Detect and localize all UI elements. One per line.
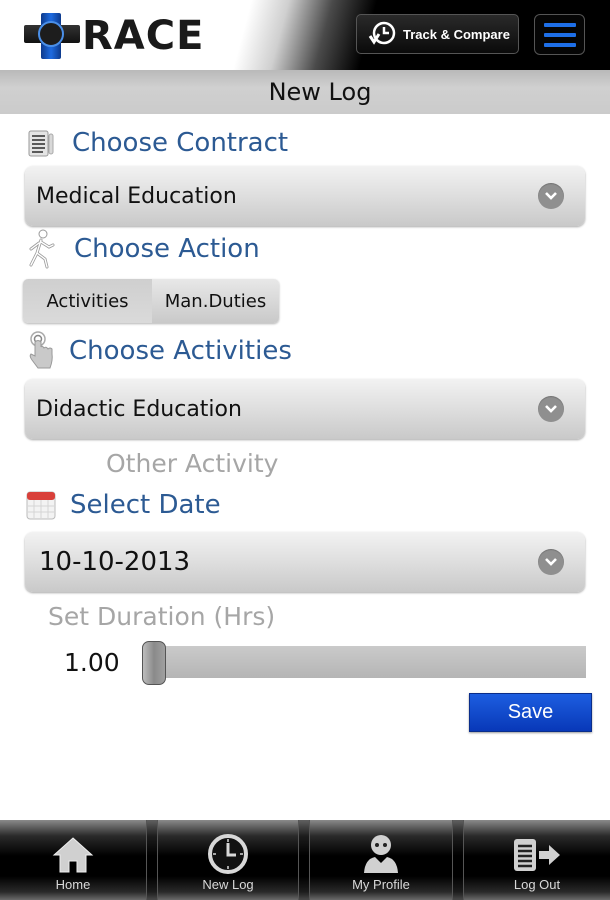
logo-text: RACE xyxy=(82,13,205,59)
hamburger-menu-icon xyxy=(543,22,576,27)
nav-my-profile-label: My Profile xyxy=(352,877,410,892)
date-heading: Select Date xyxy=(24,488,221,522)
nav-new-log-label: New Log xyxy=(202,877,254,892)
calendar-icon xyxy=(24,488,58,522)
contract-select[interactable]: Medical Education xyxy=(25,166,585,226)
nav-home-label: Home xyxy=(55,877,91,892)
walking-person-icon xyxy=(24,229,58,269)
page-title: New Log xyxy=(268,78,372,106)
track-compare-label: Track & Compare xyxy=(403,26,510,42)
user-icon xyxy=(364,835,398,873)
title-bar: New Log xyxy=(0,70,610,114)
clock-icon xyxy=(208,834,248,874)
track-compare-button[interactable]: Track & Compare xyxy=(356,14,519,54)
activities-heading: Choose Activities xyxy=(24,330,292,372)
other-activity-link[interactable]: Other Activity xyxy=(106,449,278,478)
document-icon xyxy=(24,126,58,160)
home-icon xyxy=(52,837,94,873)
nav-home[interactable]: Home xyxy=(0,820,146,900)
touch-finger-icon xyxy=(24,330,58,372)
logo-cross-icon xyxy=(24,11,80,61)
hamburger-menu-button[interactable] xyxy=(534,14,585,55)
contract-select-value: Medical Education xyxy=(36,183,237,209)
chevron-down-icon xyxy=(538,549,564,575)
action-heading-label: Choose Action xyxy=(74,234,260,264)
activities-heading-label: Choose Activities xyxy=(69,336,292,366)
race-logo: RACE xyxy=(24,10,204,62)
date-select[interactable]: 10-10-2013 xyxy=(25,532,585,592)
nav-divider xyxy=(452,820,464,900)
history-clock-icon xyxy=(368,21,396,45)
nav-my-profile[interactable]: My Profile xyxy=(310,820,452,900)
bottom-navigation: Home New Log My Profile Log Out xyxy=(0,820,610,900)
duration-label: Set Duration (Hrs) xyxy=(48,602,276,631)
logout-icon xyxy=(514,839,560,871)
nav-divider xyxy=(298,820,310,900)
contract-heading: Choose Contract xyxy=(24,126,288,160)
date-select-value: 10-10-2013 xyxy=(39,547,191,577)
date-heading-label: Select Date xyxy=(70,490,221,520)
activities-select[interactable]: Didactic Education xyxy=(25,379,585,439)
nav-log-out[interactable]: Log Out xyxy=(464,820,610,900)
duration-slider-track[interactable] xyxy=(142,646,586,678)
action-heading: Choose Action xyxy=(24,229,260,269)
contract-heading-label: Choose Contract xyxy=(72,128,289,158)
duration-slider-thumb[interactable] xyxy=(142,641,166,685)
activities-select-value: Didactic Education xyxy=(36,396,242,422)
action-option-activities[interactable]: Activities xyxy=(23,279,152,323)
nav-new-log[interactable]: New Log xyxy=(158,820,298,900)
chevron-down-icon xyxy=(538,183,564,209)
nav-log-out-label: Log Out xyxy=(513,877,561,892)
chevron-down-icon xyxy=(538,396,564,422)
nav-divider xyxy=(146,820,158,900)
app-header: RACE Track & Compare xyxy=(0,0,610,70)
save-button[interactable]: Save xyxy=(469,693,592,732)
duration-value: 1.00 xyxy=(64,648,120,677)
action-segmented-control: Activities Man.Duties xyxy=(23,279,279,323)
action-option-man-duties[interactable]: Man.Duties xyxy=(152,279,279,323)
new-log-screen: RACE Track & Compare New Log Choose Cont… xyxy=(0,0,610,900)
